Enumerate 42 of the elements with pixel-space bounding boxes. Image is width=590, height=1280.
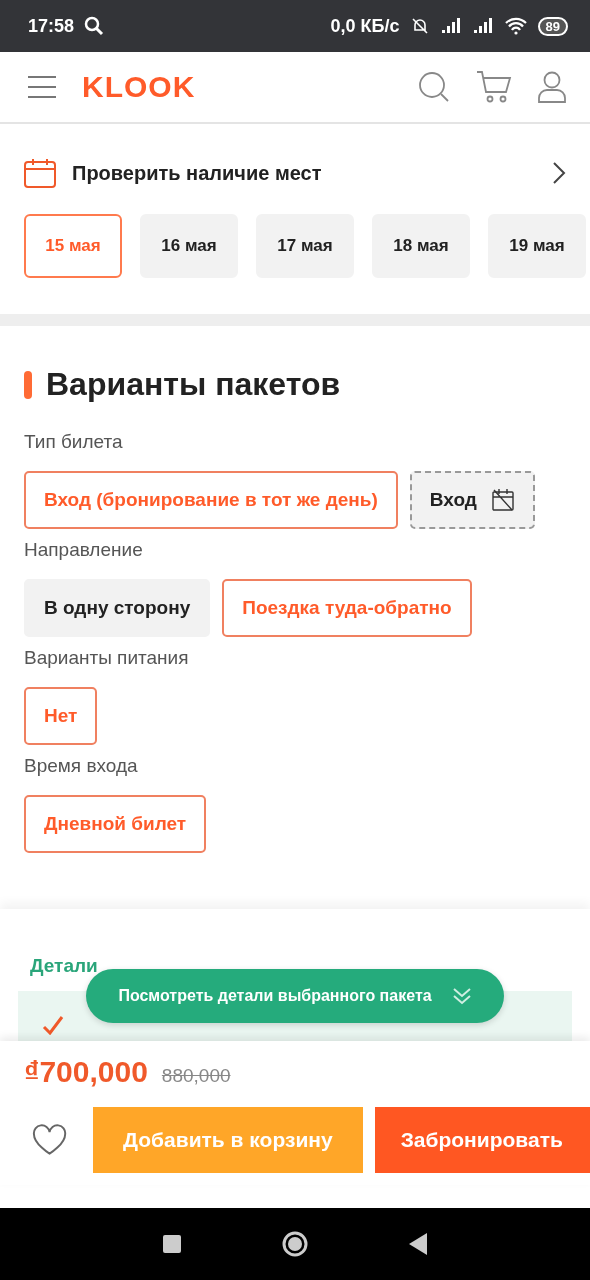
- calendar-icon: [24, 158, 56, 188]
- wifi-icon: [503, 17, 528, 35]
- option-chip[interactable]: Нет: [24, 687, 98, 745]
- title-accent: [24, 370, 32, 399]
- menu-icon[interactable]: [28, 76, 56, 98]
- check-icon: [42, 1015, 64, 1035]
- date-chip[interactable]: 19 мая: [488, 214, 586, 278]
- option-label: Направление: [24, 539, 144, 561]
- signal-icon: [439, 17, 462, 35]
- chevron-right-icon[interactable]: [552, 161, 566, 185]
- battery-indicator: 89: [537, 16, 568, 36]
- user-icon[interactable]: [538, 71, 566, 103]
- option-label: Тип билета: [24, 431, 124, 453]
- old-price: 880,000: [161, 1065, 231, 1087]
- signal-icon: [471, 17, 494, 35]
- option-chip[interactable]: Поездка туда-обратно: [222, 579, 472, 637]
- option-chip[interactable]: В одну сторону: [24, 579, 211, 637]
- circle-icon[interactable]: [281, 1230, 309, 1258]
- network-speed: 0,0 КБ/с: [330, 15, 400, 37]
- double-chevron-down-icon: [451, 987, 472, 1005]
- date-chip[interactable]: 16 мая: [140, 214, 238, 278]
- add-to-cart-button[interactable]: Добавить в корзину: [93, 1107, 363, 1173]
- date-chip[interactable]: 18 мая: [372, 214, 470, 278]
- option-label: Время входа: [24, 755, 139, 777]
- logo[interactable]: KLOOK: [82, 70, 196, 104]
- book-button[interactable]: Забронировать: [374, 1107, 590, 1173]
- option-chip[interactable]: Дневной билет: [24, 795, 207, 853]
- option-label: Варианты питания: [24, 647, 190, 669]
- back-triangle-icon[interactable]: [409, 1233, 427, 1255]
- cart-icon[interactable]: [476, 70, 512, 104]
- option-chip[interactable]: Вход (бронирование в тот же день): [24, 471, 398, 529]
- calendar-off-icon: [490, 488, 515, 512]
- date-chip[interactable]: 15 мая: [24, 214, 122, 278]
- clock: 17:58: [28, 15, 75, 37]
- section-title: Варианты пакетов: [46, 366, 341, 403]
- search-icon: [84, 16, 105, 36]
- mute-icon: [409, 16, 430, 36]
- price: ₫700,000: [24, 1055, 148, 1089]
- search-icon[interactable]: [418, 71, 450, 103]
- date-chip[interactable]: 17 мая: [256, 214, 354, 278]
- section-title: Проверить наличие мест: [72, 161, 323, 185]
- heart-icon[interactable]: [32, 1124, 68, 1156]
